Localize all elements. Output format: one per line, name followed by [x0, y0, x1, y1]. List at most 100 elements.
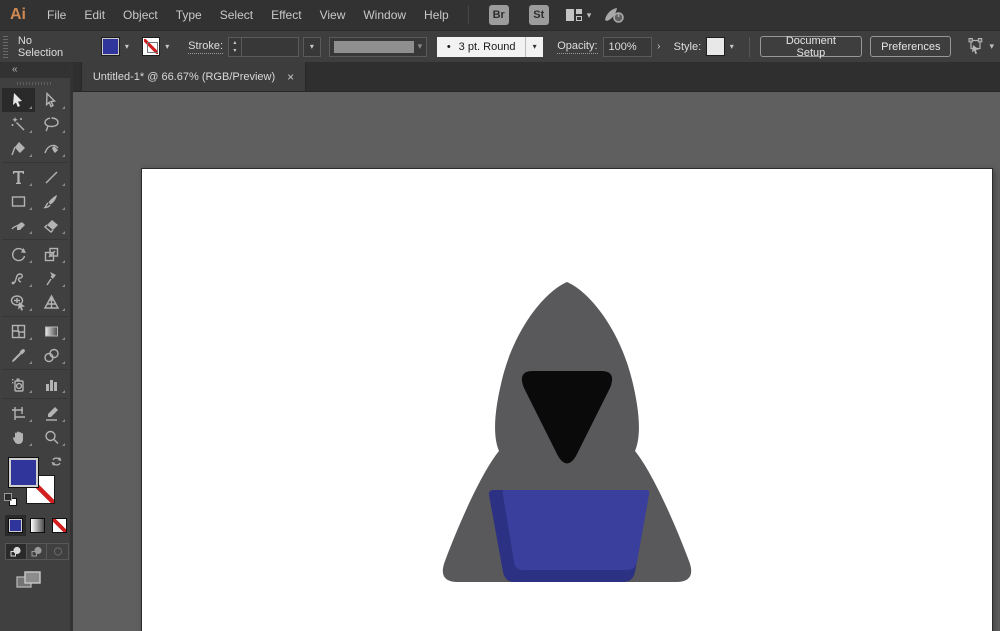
menu-edit[interactable]: Edit [75, 0, 114, 30]
tool-eyedropper[interactable] [2, 343, 35, 367]
gpu-performance-button[interactable] [603, 6, 625, 24]
tool-puppet-warp[interactable] [35, 266, 68, 290]
tool-rotate[interactable] [2, 242, 35, 266]
none-button[interactable] [49, 515, 70, 536]
swap-fill-stroke-icon[interactable] [50, 455, 63, 473]
color-type-buttons [0, 515, 70, 536]
tool-gradient[interactable] [35, 319, 68, 343]
tool-zoom[interactable] [35, 425, 68, 449]
stroke-weight-stepper[interactable]: ▴ ▾ [228, 37, 242, 57]
menu-help[interactable]: Help [415, 0, 458, 30]
select-similar-icon [965, 38, 985, 55]
tools-panel-header[interactable]: « [0, 62, 70, 78]
controlbar-grip[interactable] [3, 36, 8, 58]
color-button[interactable] [5, 515, 26, 536]
illustrator-window: Ai File Edit Object Type Select Effect V… [0, 0, 1000, 631]
stepper-up-icon[interactable]: ▴ [233, 39, 236, 47]
fill-proxy-swatch[interactable] [8, 457, 39, 488]
fill-color-swatch[interactable] [101, 37, 120, 56]
document-tab-title: Untitled-1* @ 66.67% (RGB/Preview) [93, 71, 275, 83]
tool-selection[interactable] [2, 88, 35, 112]
fill-chevron-icon[interactable]: ▾ [120, 42, 134, 51]
select-similar-button[interactable]: ▾ [965, 38, 994, 55]
app-logo: Ai [0, 6, 38, 24]
stock-button[interactable]: St [529, 5, 549, 25]
tools-grid [0, 88, 70, 449]
tool-shape-builder[interactable] [2, 290, 35, 314]
stroke-chevron-icon[interactable]: ▾ [160, 42, 174, 51]
opacity-label[interactable]: Opacity: [557, 40, 597, 54]
menu-type[interactable]: Type [167, 0, 211, 30]
tool-slice[interactable] [35, 401, 68, 425]
tool-magic-wand[interactable] [2, 112, 35, 136]
brush-definition-dropdown[interactable]: • 3 pt. Round ▾ [437, 37, 543, 57]
tool-type[interactable] [2, 165, 35, 189]
close-tab-icon[interactable]: × [287, 70, 294, 84]
stroke-color-swatch[interactable] [142, 37, 161, 56]
control-bar: No Selection ▾ ▾ Stroke: ▴ ▾ ▾ ▾ • 3 pt.… [0, 30, 1000, 62]
stroke-weight-label[interactable]: Stroke: [188, 40, 223, 54]
stroke-weight-dropdown[interactable]: ▾ [303, 37, 321, 57]
brush-chevron-icon[interactable]: ▾ [525, 37, 543, 57]
menu-file[interactable]: File [38, 0, 75, 30]
tool-curvature[interactable] [35, 136, 68, 160]
change-screen-mode-button[interactable] [16, 570, 70, 595]
document-tab[interactable]: Untitled-1* @ 66.67% (RGB/Preview) × [81, 62, 306, 91]
workspace: « [0, 62, 1000, 631]
tool-symbol-sprayer[interactable] [2, 372, 35, 396]
tool-pen[interactable] [2, 136, 35, 160]
bridge-button[interactable]: Br [489, 5, 509, 25]
tool-scale[interactable] [35, 242, 68, 266]
tools-panel-grip[interactable] [0, 78, 70, 88]
menu-view[interactable]: View [311, 0, 355, 30]
tool-mesh[interactable] [2, 319, 35, 343]
menu-select[interactable]: Select [211, 0, 262, 30]
tool-paintbrush[interactable] [35, 189, 68, 213]
default-fill-stroke-icon[interactable] [4, 493, 17, 506]
style-chevron-icon[interactable]: ▾ [725, 42, 739, 51]
workspace-layout-icon [565, 8, 583, 22]
tool-column-graph[interactable] [35, 372, 68, 396]
draw-normal-button[interactable] [6, 544, 27, 559]
document-tab-bar: Untitled-1* @ 66.67% (RGB/Preview) × [73, 62, 1000, 92]
style-label: Style: [674, 41, 702, 53]
tool-blend[interactable] [35, 343, 68, 367]
draw-inside-button[interactable] [47, 544, 68, 559]
stroke-weight-input[interactable] [242, 37, 299, 57]
tool-direct-selection[interactable] [35, 88, 68, 112]
tool-line-segment[interactable] [35, 165, 68, 189]
opacity-submenu-arrow[interactable]: › [652, 41, 666, 52]
workspace-switcher[interactable]: ▾ [565, 8, 592, 22]
tool-eraser[interactable] [35, 213, 68, 237]
brush-preview-dot: • [447, 41, 451, 53]
selection-status: No Selection [18, 35, 79, 59]
gradient-button[interactable] [27, 515, 48, 536]
tool-lasso[interactable] [35, 112, 68, 136]
width-profile-dropdown[interactable]: ▾ [329, 37, 427, 57]
gpu-rocket-icon [603, 6, 625, 24]
menu-effect[interactable]: Effect [262, 0, 310, 30]
fill-stroke-control [0, 453, 70, 513]
canvas-viewport[interactable] [73, 92, 1000, 631]
tool-artboard[interactable] [2, 401, 35, 425]
stepper-down-icon[interactable]: ▾ [233, 47, 236, 55]
menu-window[interactable]: Window [354, 0, 415, 30]
collapse-panel-icon[interactable]: « [12, 64, 19, 75]
preferences-button[interactable]: Preferences [870, 36, 951, 57]
tool-perspective-grid[interactable] [35, 290, 68, 314]
opacity-input[interactable]: 100% [603, 37, 652, 57]
graphic-style-swatch[interactable] [706, 37, 725, 56]
tool-pencil[interactable] [2, 213, 35, 237]
uniform-profile-preview [334, 41, 414, 53]
tools-panel: « [0, 62, 70, 631]
draw-behind-button[interactable] [27, 544, 48, 559]
tool-width[interactable] [2, 266, 35, 290]
tool-hand[interactable] [2, 425, 35, 449]
drawing-mode-buttons [5, 543, 69, 560]
tool-rectangle[interactable] [2, 189, 35, 213]
artboard[interactable] [141, 168, 993, 631]
select-similar-chevron-icon: ▾ [989, 41, 994, 52]
document-setup-button[interactable]: Document Setup [760, 36, 863, 57]
laptop-lid-shape[interactable] [503, 490, 650, 570]
menu-object[interactable]: Object [114, 0, 167, 30]
